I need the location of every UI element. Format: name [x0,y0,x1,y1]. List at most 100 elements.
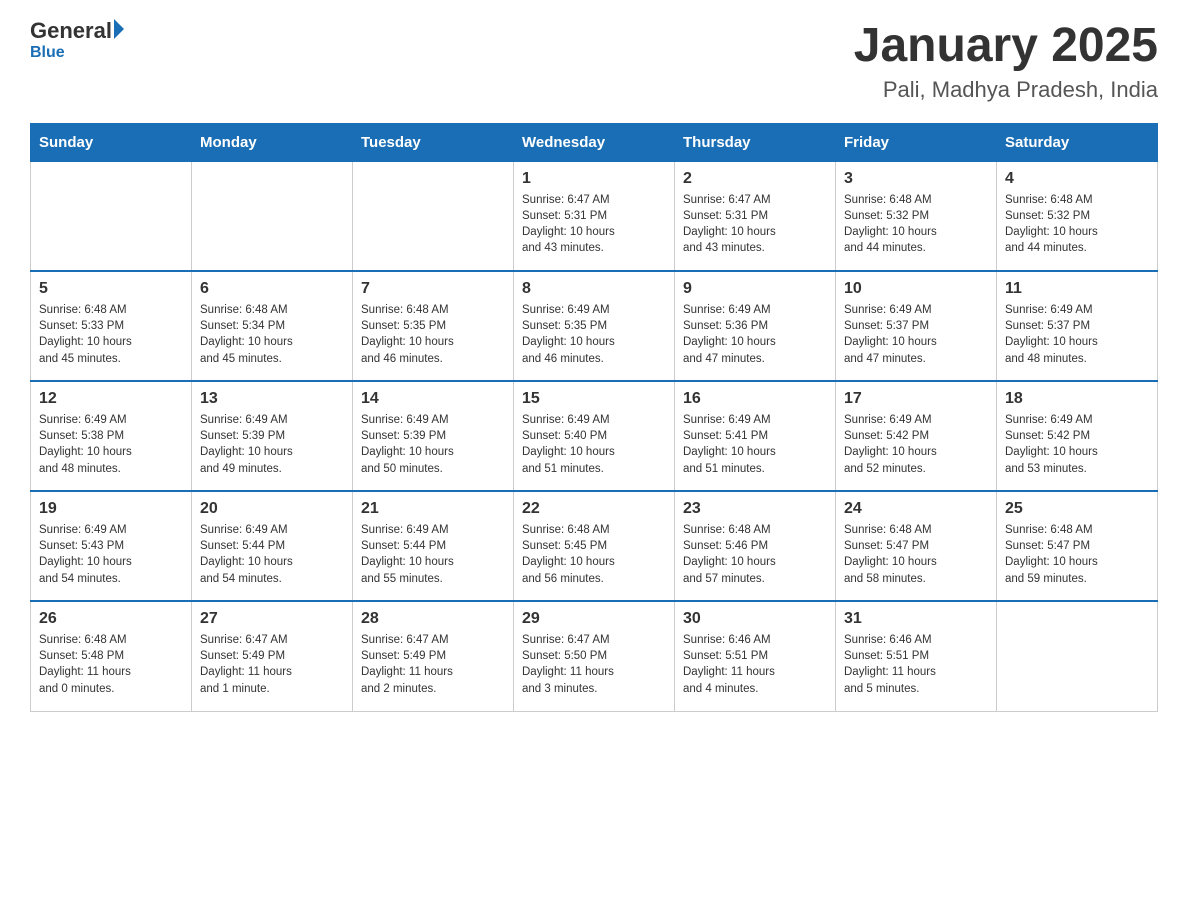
day-info: Sunrise: 6:47 AMSunset: 5:31 PMDaylight:… [522,192,666,256]
logo-triangle-icon [114,19,124,39]
day-info: Sunrise: 6:49 AMSunset: 5:42 PMDaylight:… [844,412,988,476]
day-number: 3 [844,170,988,188]
day-number: 12 [39,390,183,408]
calendar-day-cell: 13Sunrise: 6:49 AMSunset: 5:39 PMDayligh… [192,381,353,491]
day-info: Sunrise: 6:48 AMSunset: 5:35 PMDaylight:… [361,302,505,366]
calendar-day-cell: 5 Sunrise: 6:48 AMSunset: 5:33 PMDaylight… [31,271,192,381]
day-info: Sunrise: 6:46 AMSunset: 5:51 PMDaylight:… [683,632,827,696]
calendar-day-cell: 11Sunrise: 6:49 AMSunset: 5:37 PMDayligh… [997,271,1158,381]
calendar-week-row: 12 Sunrise: 6:49 AMSunset: 5:38 PMDayligh… [31,381,1158,491]
day-number: 30 [683,610,827,628]
logo-blue-text: Blue [30,44,124,62]
day-info: Sunrise: 6:49 AMSunset: 5:44 PMDaylight:… [200,522,344,586]
calendar-day-cell: 17 Sunrise: 6:49 AMSunset: 5:42 PMDayligh… [836,381,997,491]
calendar-day-cell: 18Sunrise: 6:49 AMSunset: 5:42 PMDayligh… [997,381,1158,491]
calendar-day-cell: 28 Sunrise: 6:47 AMSunset: 5:49 PMDayligh… [353,601,514,711]
day-number: 10 [844,280,988,298]
day-info: Sunrise: 6:47 AMSunset: 5:31 PMDaylight:… [683,192,827,256]
day-number: 2 [683,170,827,188]
day-info: Sunrise: 6:49 AMSunset: 5:39 PMDaylight:… [361,412,505,476]
day-info: Sunrise: 6:48 AMSunset: 5:32 PMDaylight:… [1005,192,1149,256]
day-number: 9 [683,280,827,298]
day-info: Sunrise: 6:49 AMSunset: 5:39 PMDaylight:… [200,412,344,476]
day-number: 25 [1005,500,1149,518]
calendar-day-cell [353,161,514,271]
day-info: Sunrise: 6:49 AMSunset: 5:36 PMDaylight:… [683,302,827,366]
day-info: Sunrise: 6:47 AMSunset: 5:49 PMDaylight:… [361,632,505,696]
calendar-header-row: SundayMondayTuesdayWednesdayThursdayFrid… [31,123,1158,161]
day-number: 7 [361,280,505,298]
calendar-day-cell: 1Sunrise: 6:47 AMSunset: 5:31 PMDaylight… [514,161,675,271]
title-section: January 2025 Pali, Madhya Pradesh, India [854,20,1158,103]
day-info: Sunrise: 6:49 AMSunset: 5:35 PMDaylight:… [522,302,666,366]
day-number: 20 [200,500,344,518]
day-info: Sunrise: 6:49 AMSunset: 5:43 PMDaylight:… [39,522,183,586]
calendar-week-row: 5 Sunrise: 6:48 AMSunset: 5:33 PMDaylight… [31,271,1158,381]
calendar-week-row: 26 Sunrise: 6:48 AMSunset: 5:48 PMDayligh… [31,601,1158,711]
day-number: 31 [844,610,988,628]
day-number: 14 [361,390,505,408]
day-number: 5 [39,280,183,298]
calendar-day-cell: 9 Sunrise: 6:49 AMSunset: 5:36 PMDaylight… [675,271,836,381]
day-number: 28 [361,610,505,628]
day-number: 15 [522,390,666,408]
calendar-day-header: Thursday [675,123,836,161]
calendar-day-cell: 2 Sunrise: 6:47 AMSunset: 5:31 PMDaylight… [675,161,836,271]
day-number: 17 [844,390,988,408]
day-info: Sunrise: 6:49 AMSunset: 5:41 PMDaylight:… [683,412,827,476]
calendar-day-cell [997,601,1158,711]
day-number: 19 [39,500,183,518]
calendar-day-cell: 14 Sunrise: 6:49 AMSunset: 5:39 PMDayligh… [353,381,514,491]
day-info: Sunrise: 6:49 AMSunset: 5:38 PMDaylight:… [39,412,183,476]
day-info: Sunrise: 6:49 AMSunset: 5:40 PMDaylight:… [522,412,666,476]
calendar-day-cell: 16 Sunrise: 6:49 AMSunset: 5:41 PMDayligh… [675,381,836,491]
calendar-day-cell [192,161,353,271]
day-number: 23 [683,500,827,518]
calendar-day-header: Friday [836,123,997,161]
day-number: 27 [200,610,344,628]
calendar-week-row: 1Sunrise: 6:47 AMSunset: 5:31 PMDaylight… [31,161,1158,271]
day-info: Sunrise: 6:48 AMSunset: 5:48 PMDaylight:… [39,632,183,696]
calendar-day-cell: 29Sunrise: 6:47 AMSunset: 5:50 PMDayligh… [514,601,675,711]
calendar-day-cell: 7 Sunrise: 6:48 AMSunset: 5:35 PMDaylight… [353,271,514,381]
calendar-day-cell: 31 Sunrise: 6:46 AMSunset: 5:51 PMDayligh… [836,601,997,711]
day-info: Sunrise: 6:47 AMSunset: 5:49 PMDaylight:… [200,632,344,696]
calendar-day-header: Monday [192,123,353,161]
day-info: Sunrise: 6:47 AMSunset: 5:50 PMDaylight:… [522,632,666,696]
calendar-day-header: Tuesday [353,123,514,161]
day-info: Sunrise: 6:48 AMSunset: 5:46 PMDaylight:… [683,522,827,586]
calendar-day-header: Wednesday [514,123,675,161]
calendar-day-cell: 25Sunrise: 6:48 AMSunset: 5:47 PMDayligh… [997,491,1158,601]
page-header: General Blue January 2025 Pali, Madhya P… [30,20,1158,103]
day-info: Sunrise: 6:48 AMSunset: 5:33 PMDaylight:… [39,302,183,366]
calendar-day-cell: 24Sunrise: 6:48 AMSunset: 5:47 PMDayligh… [836,491,997,601]
calendar-title: January 2025 [854,20,1158,73]
day-info: Sunrise: 6:49 AMSunset: 5:42 PMDaylight:… [1005,412,1149,476]
day-info: Sunrise: 6:48 AMSunset: 5:45 PMDaylight:… [522,522,666,586]
day-info: Sunrise: 6:48 AMSunset: 5:47 PMDaylight:… [844,522,988,586]
day-number: 6 [200,280,344,298]
calendar-day-cell: 8 Sunrise: 6:49 AMSunset: 5:35 PMDaylight… [514,271,675,381]
day-number: 26 [39,610,183,628]
calendar-day-cell: 12 Sunrise: 6:49 AMSunset: 5:38 PMDayligh… [31,381,192,491]
day-number: 8 [522,280,666,298]
day-number: 22 [522,500,666,518]
calendar-day-header: Sunday [31,123,192,161]
calendar-day-header: Saturday [997,123,1158,161]
day-number: 16 [683,390,827,408]
calendar-day-cell: 6Sunrise: 6:48 AMSunset: 5:34 PMDaylight… [192,271,353,381]
day-number: 21 [361,500,505,518]
calendar-day-cell: 21Sunrise: 6:49 AMSunset: 5:44 PMDayligh… [353,491,514,601]
calendar-day-cell [31,161,192,271]
day-info: Sunrise: 6:49 AMSunset: 5:37 PMDaylight:… [1005,302,1149,366]
day-number: 4 [1005,170,1149,188]
day-info: Sunrise: 6:46 AMSunset: 5:51 PMDaylight:… [844,632,988,696]
logo: General Blue [30,20,124,62]
calendar-day-cell: 10 Sunrise: 6:49 AMSunset: 5:37 PMDayligh… [836,271,997,381]
calendar-day-cell: 4 Sunrise: 6:48 AMSunset: 5:32 PMDaylight… [997,161,1158,271]
day-info: Sunrise: 6:49 AMSunset: 5:37 PMDaylight:… [844,302,988,366]
calendar-day-cell: 30 Sunrise: 6:46 AMSunset: 5:51 PMDayligh… [675,601,836,711]
calendar-week-row: 19 Sunrise: 6:49 AMSunset: 5:43 PMDayligh… [31,491,1158,601]
calendar-day-cell: 15 Sunrise: 6:49 AMSunset: 5:40 PMDayligh… [514,381,675,491]
calendar-day-cell: 22 Sunrise: 6:48 AMSunset: 5:45 PMDayligh… [514,491,675,601]
